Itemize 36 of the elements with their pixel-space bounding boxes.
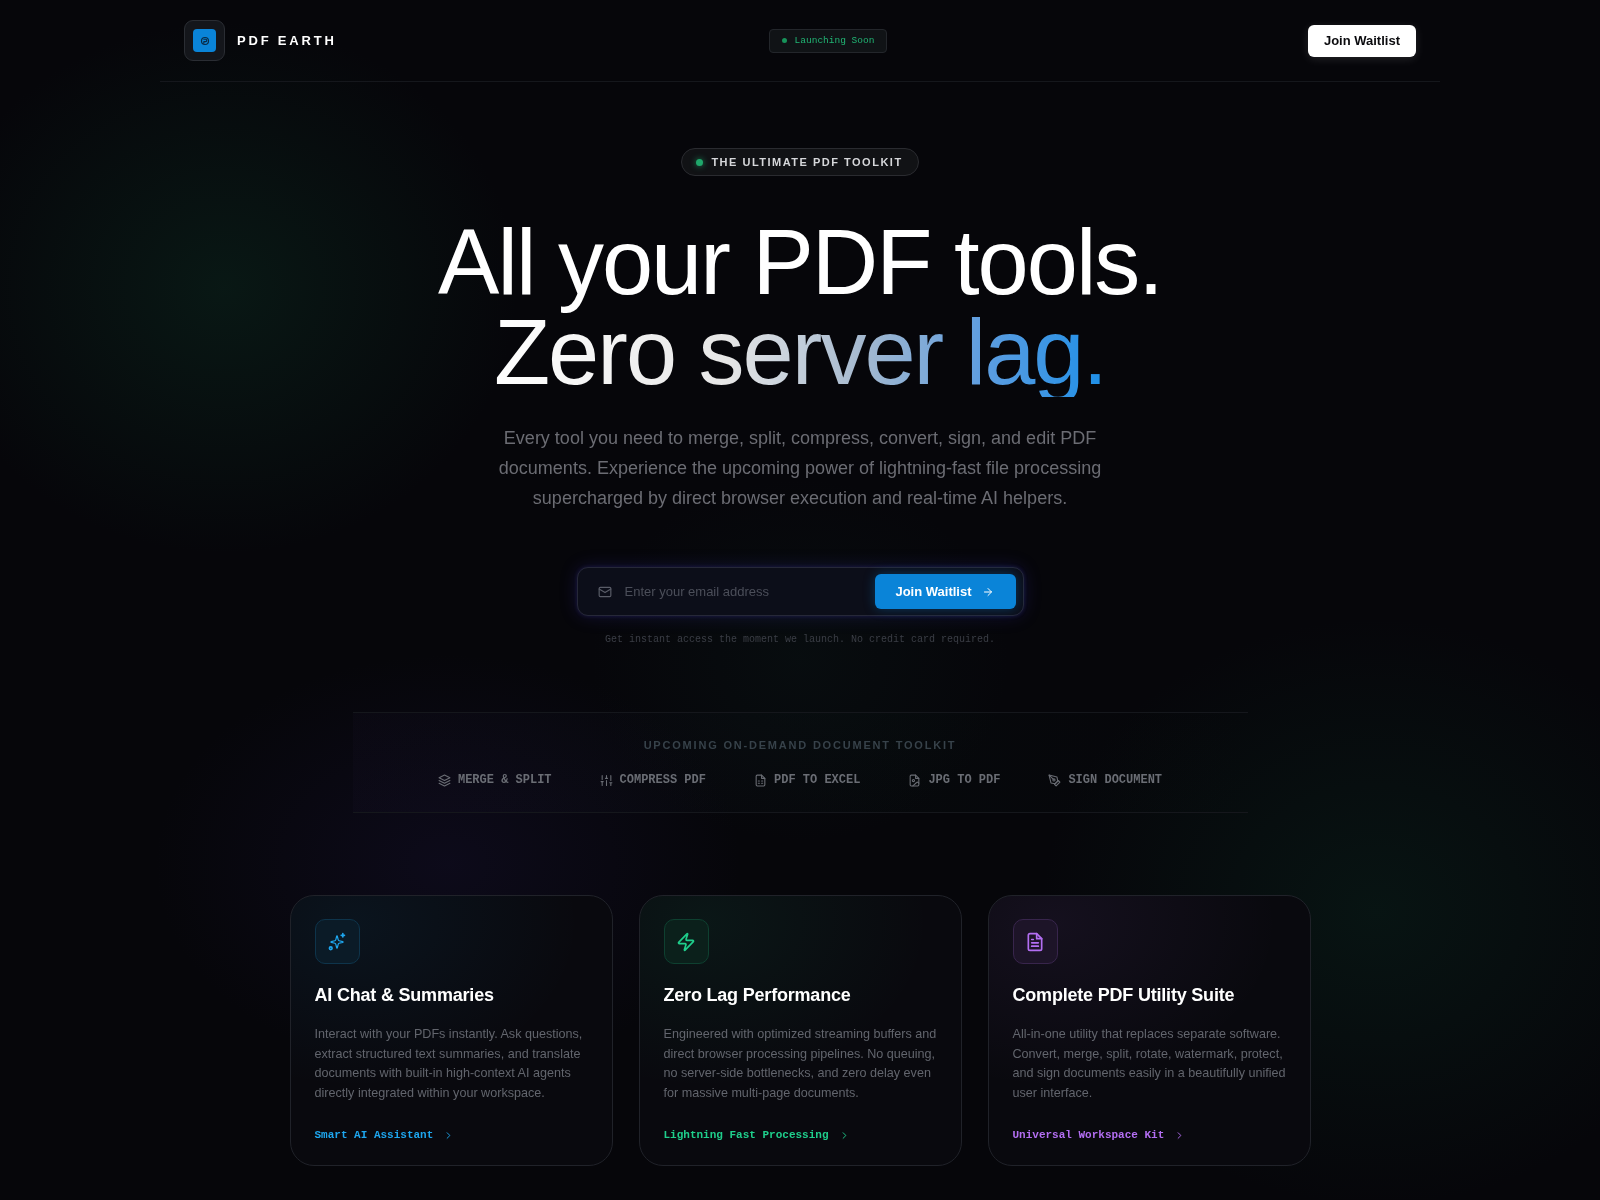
toolkit-heading: UPCOMING ON-DEMAND DOCUMENT TOOLKIT: [643, 738, 957, 753]
feature-description: Interact with your PDFs instantly. Ask questions, extract structured text summaries, and translate documents with built-in high-context AI agents directly integrated within your workspace.: [314, 1026, 584, 1102]
brand-name: PDF EARTH: [237, 33, 337, 48]
tool-label: SIGN DOCUMENT: [1068, 772, 1163, 788]
layers-icon: [437, 773, 451, 787]
status-dot-icon: [781, 38, 787, 43]
sparkle-icon: [314, 919, 360, 964]
image-file-icon: [908, 773, 922, 787]
document-icon: [1012, 919, 1058, 964]
feature-title: Zero Lag Performance: [663, 984, 852, 1007]
mail-icon: [597, 584, 612, 599]
tool-label: COMPRESS PDF: [619, 772, 706, 788]
hero-description: Every tool you need to merge, split, compress, convert, sign, and edit PDF documents. Experience the upcoming power of lightning-fast file processing supercharged by direct browser execution and real-time AI helpers.: [497, 427, 1103, 510]
join-waitlist-button[interactable]: Join Waitlist: [875, 574, 1016, 609]
tool-label: JPG TO PDF: [928, 772, 1001, 788]
tool-label: PDF TO EXCEL: [774, 772, 861, 788]
feature-description: Engineered with optimized streaming buffers and direct browser processing pipelines. No queuing, no server-side bottlenecks, and zero delay even for massive multi-page documents.: [663, 1026, 938, 1102]
hero-heading: All your PDF tools. Zero server lag.: [438, 217, 1162, 397]
feature-title: AI Chat & Summaries: [314, 984, 495, 1007]
email-field[interactable]: Enter your email address Join Waitlist: [576, 567, 1024, 616]
feature-title: Complete PDF Utility Suite: [1012, 984, 1236, 1007]
sliders-icon: [599, 773, 613, 787]
feature-link[interactable]: Smart AI Assistant: [314, 1127, 434, 1144]
arrow-right-icon: [981, 585, 994, 598]
tool-label: MERGE & SPLIT: [457, 772, 552, 788]
feature-link[interactable]: Lightning Fast Processing: [663, 1127, 829, 1144]
logo-icon: [184, 20, 225, 61]
eyebrow-label: THE ULTIMATE PDF TOOLKIT: [711, 156, 903, 168]
pen-icon: [1048, 773, 1062, 787]
lightning-icon: [663, 919, 709, 964]
status-label: Launching Soon: [794, 35, 875, 46]
feature-description: All-in-one utility that replaces separate software. Convert, merge, split, rotate, watermark, protect, and sign documents easily in a beautifully unified user interface.: [1012, 1026, 1287, 1102]
feature-link[interactable]: Universal Workspace Kit: [1012, 1127, 1165, 1144]
join-waitlist-button[interactable]: Join Waitlist: [1307, 24, 1416, 57]
status-dot-icon: [696, 158, 704, 166]
spreadsheet-file-icon: [754, 773, 767, 787]
